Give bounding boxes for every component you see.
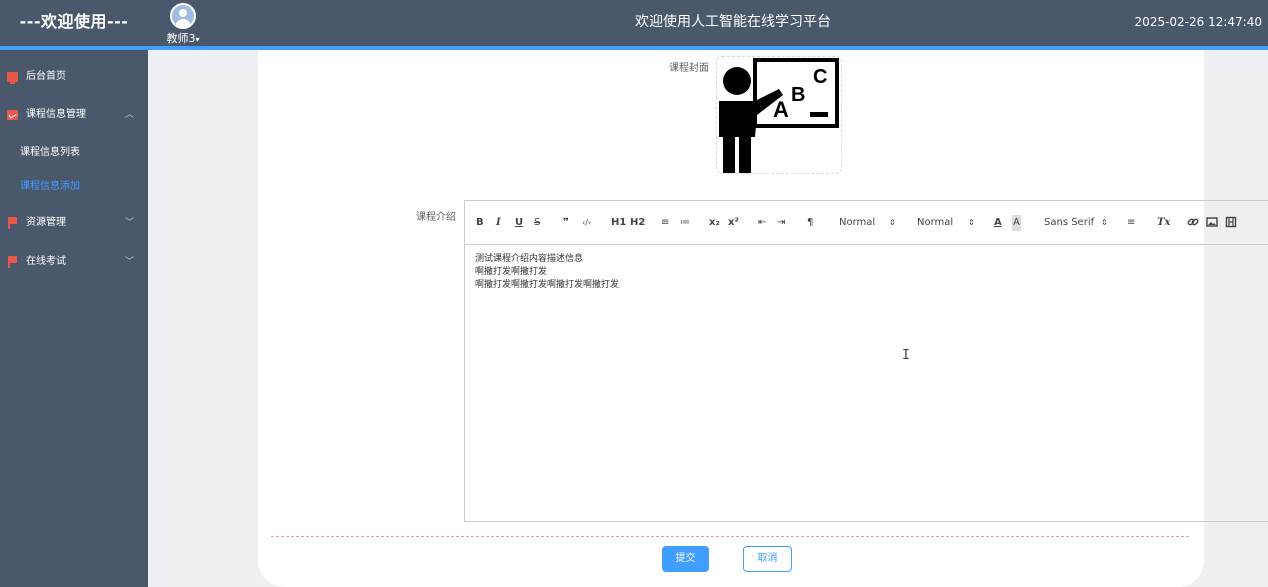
header-select[interactable]: Normal ⇕: [917, 215, 981, 231]
font-select-value: Sans Serif: [1044, 217, 1095, 228]
teacher-head: [723, 67, 751, 95]
sidebar-item-label: 课程信息管理: [26, 109, 86, 120]
avatar[interactable]: [170, 3, 196, 29]
strike-button[interactable]: S: [534, 215, 540, 231]
select-arrows-icon: ⇕: [889, 218, 896, 227]
chevron-down-icon: ﹀: [124, 218, 134, 228]
outdent-button[interactable]: ⇤: [758, 215, 766, 231]
cancel-button[interactable]: 取消: [743, 546, 792, 572]
flag-icon: [7, 217, 18, 229]
sidebar-item-online-exam[interactable]: 在线考试 ﹀: [0, 243, 148, 281]
italic-button[interactable]: I: [496, 215, 501, 231]
font-select[interactable]: Sans Serif ⇕: [1044, 215, 1114, 231]
size-select[interactable]: Normal ⇕: [839, 215, 903, 231]
teacher-leg-right: [739, 135, 751, 173]
sidebar-item-home[interactable]: 后台首页: [0, 58, 148, 96]
header1-button[interactable]: H1: [611, 215, 626, 231]
link-icon[interactable]: [1187, 216, 1199, 228]
letter-b: B: [791, 84, 805, 106]
bullet-list-button[interactable]: ≔: [680, 215, 690, 231]
editor-line: 啊撒打发啊撒打发: [475, 267, 548, 277]
superscript-button[interactable]: x²: [728, 215, 739, 231]
editor-toolbar: B I U S ❞ ‹/› H1 H2 ≡ ≔ x₂ x² ⇤ ⇥ ¶ Norm…: [465, 201, 1268, 245]
link-icon-svg: [1187, 218, 1199, 226]
background-color-button[interactable]: A: [1012, 215, 1021, 231]
form-card: 课程封面 A B C 课程介绍 B I U S ❞ ‹/› H1 H2 ≡ ≔ …: [258, 50, 1268, 587]
chevron-up-icon: ︿: [124, 110, 134, 120]
brand-title: ---欢迎使用---: [19, 12, 129, 31]
sidebar-item-course-management[interactable]: 课程信息管理 ︿: [0, 96, 148, 134]
header-select-value: Normal: [917, 217, 954, 228]
submit-button[interactable]: 提交: [662, 546, 709, 572]
intro-label: 课程介绍: [416, 212, 456, 223]
blockquote-button[interactable]: ❞: [563, 215, 569, 231]
datetime: 2025-02-26 12:47:40: [1134, 15, 1262, 29]
flag-icon: [7, 256, 18, 268]
user-menu[interactable]: 教师3▾: [160, 3, 206, 46]
select-arrows-icon: ⇕: [1101, 218, 1108, 227]
chart-icon: [7, 110, 18, 120]
indent-button[interactable]: ⇥: [777, 215, 785, 231]
video-icon-svg: [1225, 216, 1237, 228]
cover-uploader[interactable]: A B C: [716, 56, 842, 174]
image-icon[interactable]: [1206, 216, 1218, 228]
chalk-underline: [810, 112, 828, 117]
text-cursor-icon: I: [902, 348, 910, 363]
avatar-body: [175, 19, 191, 27]
select-arrows-icon: ⇕: [968, 218, 975, 227]
cover-label: 课程封面: [669, 63, 709, 74]
caret-down-icon: ▾: [195, 35, 200, 44]
user-name[interactable]: 教师3▾: [160, 30, 206, 46]
sidebar: 后台首页 课程信息管理 ︿ 课程信息列表 课程信息添加 资源管理 ﹀ 在线考试 …: [0, 50, 148, 587]
clean-format-button[interactable]: Tx: [1157, 215, 1170, 231]
underline-button[interactable]: U: [515, 215, 523, 231]
avatar-head: [179, 9, 187, 17]
subscript-button[interactable]: x₂: [709, 215, 720, 231]
ordered-list-button[interactable]: ≡: [661, 215, 669, 231]
header2-button[interactable]: H2: [630, 215, 645, 231]
editor-content[interactable]: 测试课程介绍内容描述信息 啊撒打发啊撒打发 啊撒打发啊撒打发啊撒打发啊撒打发: [475, 253, 1268, 292]
sidebar-item-label: 后台首页: [26, 71, 66, 82]
sidebar-item-label: 在线考试: [26, 256, 66, 267]
image-icon-svg: [1206, 217, 1218, 227]
size-select-value: Normal: [839, 217, 876, 228]
code-block-button[interactable]: ‹/›: [582, 215, 591, 231]
chevron-down-icon: ﹀: [124, 257, 134, 267]
monitor-icon: [7, 72, 18, 84]
video-icon[interactable]: [1225, 216, 1237, 228]
font-color-button[interactable]: A: [994, 215, 1002, 231]
main-content: 课程封面 A B C 课程介绍 B I U S ❞ ‹/› H1 H2 ≡ ≔ …: [148, 50, 1268, 587]
user-name-text: 教师3: [166, 32, 196, 45]
bold-button[interactable]: B: [476, 215, 484, 231]
editor-line: 啊撒打发啊撒打发啊撒打发啊撒打发: [475, 280, 620, 290]
align-button[interactable]: ≡: [1127, 215, 1135, 231]
cover-image: A B C: [719, 58, 839, 173]
top-header: ---欢迎使用--- 教师3▾ 欢迎使用人工智能在线学习平台 2025-02-2…: [0, 0, 1268, 46]
sidebar-subitem-course-add[interactable]: 课程信息添加: [20, 177, 80, 197]
sidebar-item-resource-management[interactable]: 资源管理 ﹀: [0, 204, 148, 242]
sidebar-subitem-course-list[interactable]: 课程信息列表: [20, 143, 80, 163]
rich-text-editor[interactable]: B I U S ❞ ‹/› H1 H2 ≡ ≔ x₂ x² ⇤ ⇥ ¶ Norm…: [464, 200, 1268, 522]
teacher-leg-left: [723, 135, 735, 173]
letter-c: C: [813, 66, 827, 88]
editor-line: 测试课程介绍内容描述信息: [475, 254, 584, 264]
text-direction-button[interactable]: ¶: [807, 215, 813, 231]
form-divider: [271, 536, 1189, 537]
platform-title: 欢迎使用人工智能在线学习平台: [635, 14, 831, 30]
sidebar-item-label: 资源管理: [26, 217, 66, 228]
